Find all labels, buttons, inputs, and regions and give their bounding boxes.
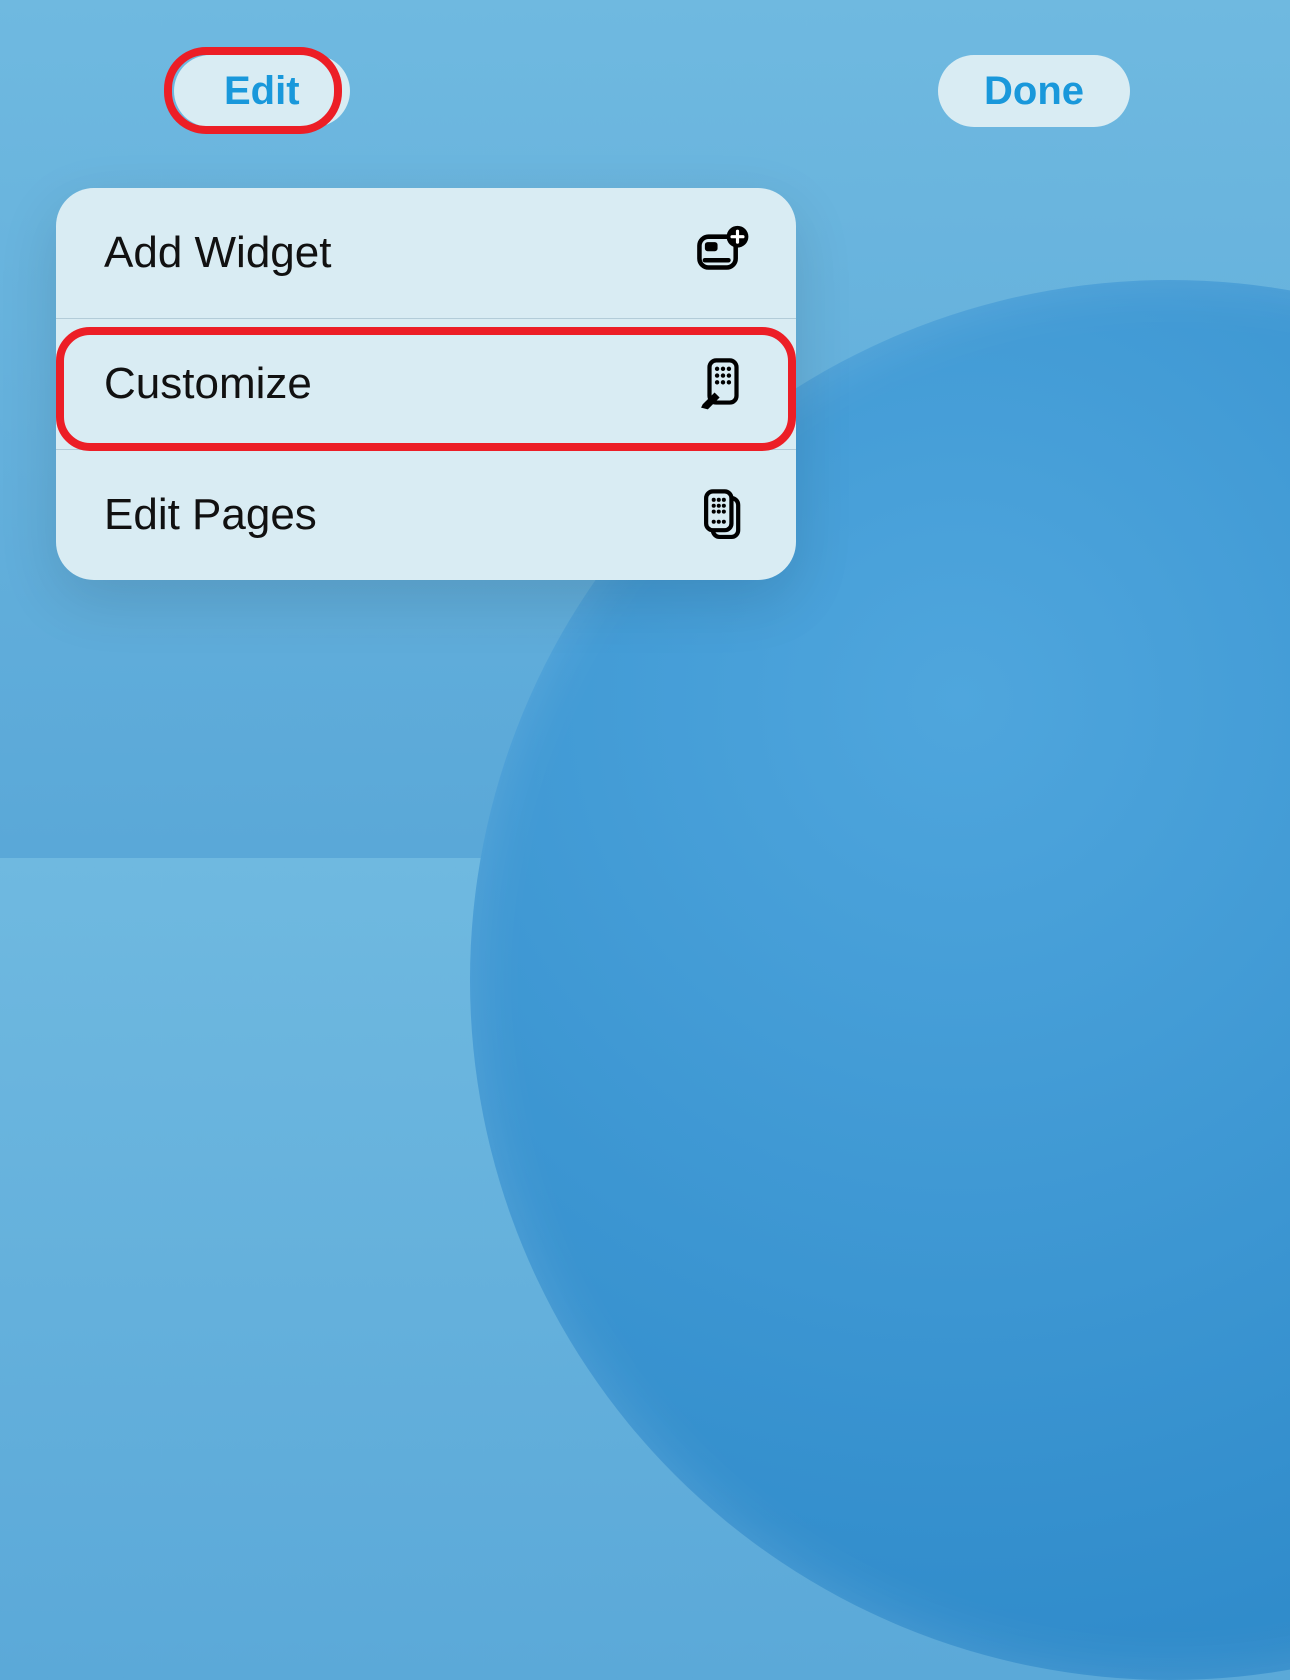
add-widget-icon (694, 224, 752, 282)
edit-pages-icon (694, 486, 752, 544)
edit-button-label: Edit (224, 69, 300, 114)
edit-button[interactable]: Edit (174, 55, 350, 127)
menu-divider (56, 318, 796, 319)
menu-item-label: Edit Pages (104, 490, 317, 540)
done-button[interactable]: Done (938, 55, 1130, 127)
menu-item-edit-pages[interactable]: Edit Pages (56, 450, 796, 580)
menu-item-customize[interactable]: Customize (56, 319, 796, 449)
menu-divider (56, 449, 796, 450)
menu-item-label: Add Widget (104, 228, 331, 278)
done-button-label: Done (984, 69, 1084, 114)
menu-item-label: Customize (104, 359, 312, 409)
customize-icon (694, 355, 752, 413)
edit-menu: Add Widget Customize Ed (56, 188, 796, 580)
menu-item-add-widget[interactable]: Add Widget (56, 188, 796, 318)
